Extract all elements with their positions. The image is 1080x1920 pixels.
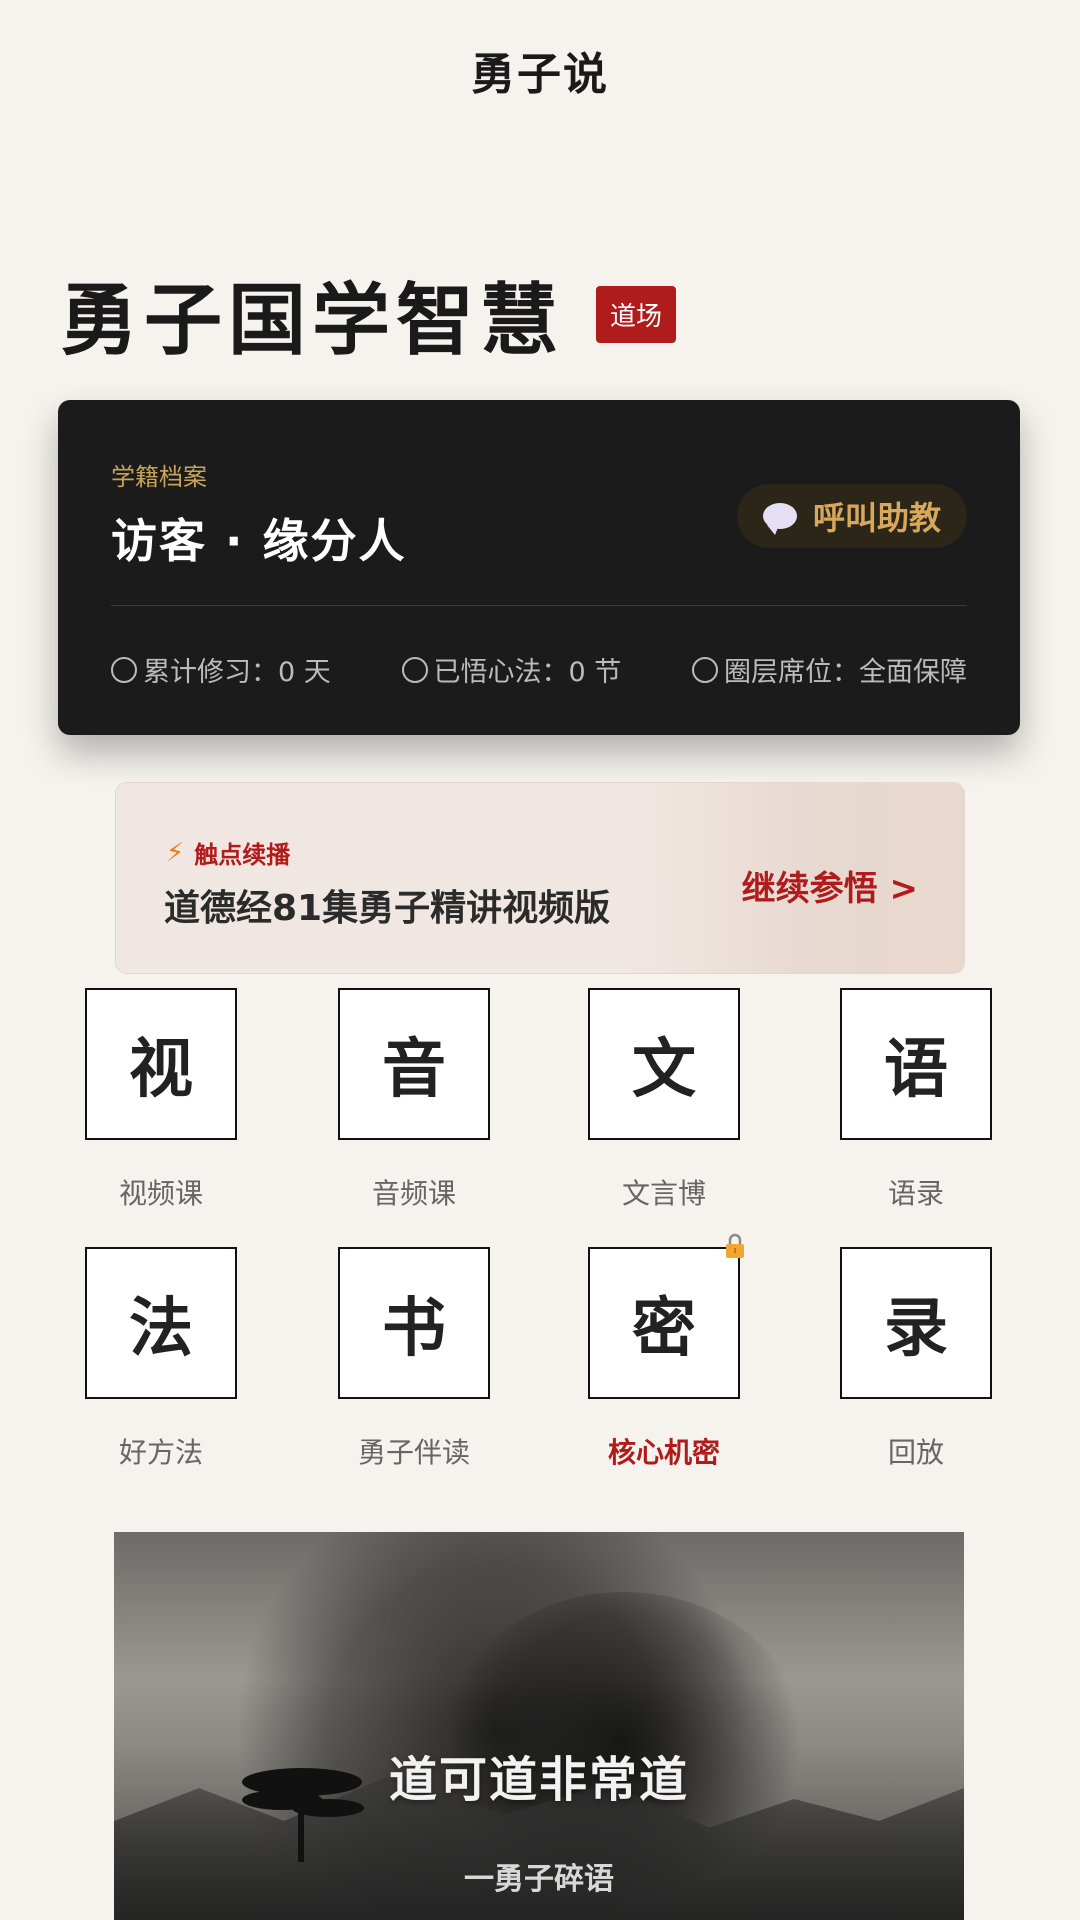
- lightning-icon: ⚡: [166, 837, 185, 868]
- lock-icon: [726, 1233, 744, 1258]
- chat-bubble-icon: [762, 503, 797, 535]
- tile-caption: 核心机密: [607, 1436, 720, 1469]
- circle-icon: [111, 656, 137, 683]
- dojo-badge: 道场: [596, 285, 677, 343]
- tile-caption: 语录: [887, 1177, 944, 1210]
- tile-glyph: 书: [338, 1247, 490, 1399]
- tile-glyph: 密: [588, 1233, 744, 1399]
- tile-quotes[interactable]: 语 语录: [840, 988, 992, 1212]
- tile-replay[interactable]: 录 回放: [840, 1247, 992, 1471]
- tile-text[interactable]: 文 文言博: [588, 988, 740, 1212]
- tile-method[interactable]: 法 好方法: [85, 1247, 237, 1471]
- tile-secret[interactable]: 密 核心机密: [588, 1233, 744, 1471]
- circle-icon: [401, 656, 428, 683]
- app-title: 勇子说: [471, 49, 609, 100]
- resume-title: 道德经81集勇子精讲视频版: [164, 888, 611, 929]
- stat-label: 圈层席位：全面保障: [724, 657, 967, 688]
- resume-playback-card[interactable]: ⚡ 触点续播 道德经81集勇子精讲视频版 继续参悟 >: [115, 782, 965, 974]
- call-assistant-button[interactable]: 呼叫助教: [736, 484, 967, 548]
- tile-caption: 文言博: [621, 1177, 706, 1210]
- tile-reading[interactable]: 书 勇子伴读: [338, 1247, 490, 1471]
- tile-caption: 回放: [887, 1436, 944, 1469]
- tile-caption: 勇子伴读: [357, 1436, 470, 1469]
- profile-name: 访客 · 缘分人: [111, 514, 407, 568]
- tile-glyph: 录: [840, 1247, 992, 1399]
- stat-practice-days: 累计修习：0 天: [111, 650, 331, 689]
- profile-label: 学籍档案: [111, 463, 207, 491]
- call-assistant-label: 呼叫助教: [812, 499, 941, 537]
- banner-quote: 道可道非常道: [388, 1752, 689, 1808]
- stat-lessons: 已悟心法：0 节: [401, 650, 622, 689]
- page-title: 勇子国学智慧: [60, 276, 565, 366]
- top-bar: 勇子说: [0, 0, 1080, 140]
- tile-audio[interactable]: 音 音频课: [338, 988, 490, 1212]
- stat-seat: 圈层席位：全面保障: [692, 650, 967, 689]
- banner-source: 一勇子碎语: [464, 1862, 614, 1897]
- hero-title: 勇子国学智慧 道场: [60, 258, 677, 370]
- tile-caption: 视频课: [118, 1177, 203, 1210]
- tile-video[interactable]: 视 视频课: [85, 988, 237, 1212]
- profile-stats: 累计修习：0 天 已悟心法：0 节 圈层席位：全面保障: [111, 650, 967, 689]
- stat-label: 累计修习：0 天: [143, 657, 331, 688]
- tile-caption: 好方法: [118, 1436, 203, 1469]
- tile-caption: 音频课: [371, 1177, 456, 1210]
- tile-glyph: 语: [840, 988, 992, 1140]
- stat-label: 已悟心法：0 节: [433, 657, 622, 688]
- profile-divider: [111, 605, 967, 606]
- tile-glyph: 文: [588, 988, 740, 1140]
- tile-glyph-text: 密: [632, 1292, 696, 1366]
- tile-glyph: 视: [85, 988, 237, 1140]
- ink-painting-banner[interactable]: 道可道非常道 一勇子碎语: [114, 1532, 964, 1920]
- resume-tag-label: 触点续播: [194, 841, 291, 869]
- tile-glyph: 法: [85, 1247, 237, 1399]
- circle-icon: [692, 656, 718, 683]
- resume-tag: ⚡ 触点续播: [166, 835, 290, 870]
- continue-button[interactable]: 继续参悟 >: [742, 861, 918, 910]
- profile-card: 学籍档案 访客 · 缘分人 呼叫助教 累计修习：0 天 已悟心法：0 节 圈层席…: [58, 400, 1020, 735]
- tile-glyph: 音: [338, 988, 490, 1140]
